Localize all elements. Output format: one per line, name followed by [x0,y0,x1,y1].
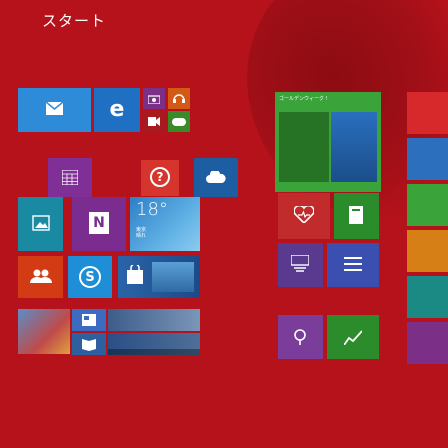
people-icon [30,268,52,284]
news-tile[interactable] [327,243,379,287]
photos-tile[interactable] [18,197,63,251]
people-tile[interactable] [18,256,63,298]
games-tile[interactable] [168,111,190,132]
store-screenshot [152,262,194,292]
weather-temperature: 18° [136,199,168,220]
map-icon [290,327,310,347]
golden-week-tile[interactable]: ゴールデンウィーク ! [275,92,381,192]
mail-icon [46,100,63,117]
weather-tile[interactable]: 18° 東京 晴れ [130,197,200,251]
camera-icon [148,93,160,104]
weather-location: 東京 晴れ [136,227,147,239]
skype-tile[interactable]: S [68,256,112,298]
internet-explorer-tile[interactable]: e [94,88,140,132]
chart-icon [343,327,363,347]
golden-week-content [279,112,329,182]
start-title: スタート [42,12,107,30]
photo-tile-1[interactable] [18,309,70,354]
camera-tile[interactable] [143,88,165,109]
music-tile[interactable] [168,88,190,109]
store-tile[interactable] [118,256,200,298]
partial-tile-6[interactable] [407,322,448,364]
photos-icon [32,214,50,232]
list-icon [343,255,363,273]
sports-tile[interactable] [278,243,323,287]
strip-caption [108,349,200,355]
finance-tile[interactable] [327,315,379,359]
heart-icon [294,205,314,223]
golden-week-photo [331,112,377,182]
trophy-icon [290,254,310,274]
partial-tile-2[interactable] [407,138,448,180]
cloud-icon [206,170,226,184]
partial-tile-4[interactable] [407,230,448,272]
partial-tile-5[interactable] [407,276,448,318]
calendar-tile[interactable] [48,158,92,197]
headphones-icon [173,92,185,104]
internet-explorer-icon: e [109,96,125,122]
onenote-tile[interactable]: N [72,197,126,251]
book-icon [348,205,364,225]
video-icon [148,116,160,126]
photo-tile-3[interactable] [108,309,200,331]
game-controller-icon [172,117,186,126]
partial-tile-1[interactable] [407,92,448,134]
help-icon: ? [150,167,170,187]
mail-tile[interactable] [18,88,91,132]
news-strip-tile[interactable] [72,333,106,355]
reading-list-tile[interactable] [334,193,379,239]
maps-tile[interactable] [278,315,323,359]
health-tile[interactable] [278,193,330,239]
onedrive-tile[interactable] [194,158,238,197]
photo-tile-2[interactable] [72,309,106,331]
calendar-icon [62,169,78,185]
video-tile[interactable] [143,111,165,132]
partial-tile-3[interactable] [407,184,448,226]
help-tile[interactable]: ? [141,160,179,196]
store-icon [124,264,146,286]
news-icon [81,313,97,327]
skype-icon: S [79,266,101,288]
finance-strip-tile[interactable] [108,333,200,355]
golden-week-header: ゴールデンウィーク ! [279,96,328,102]
onenote-icon: N [89,212,109,234]
reading-icon [82,337,96,351]
